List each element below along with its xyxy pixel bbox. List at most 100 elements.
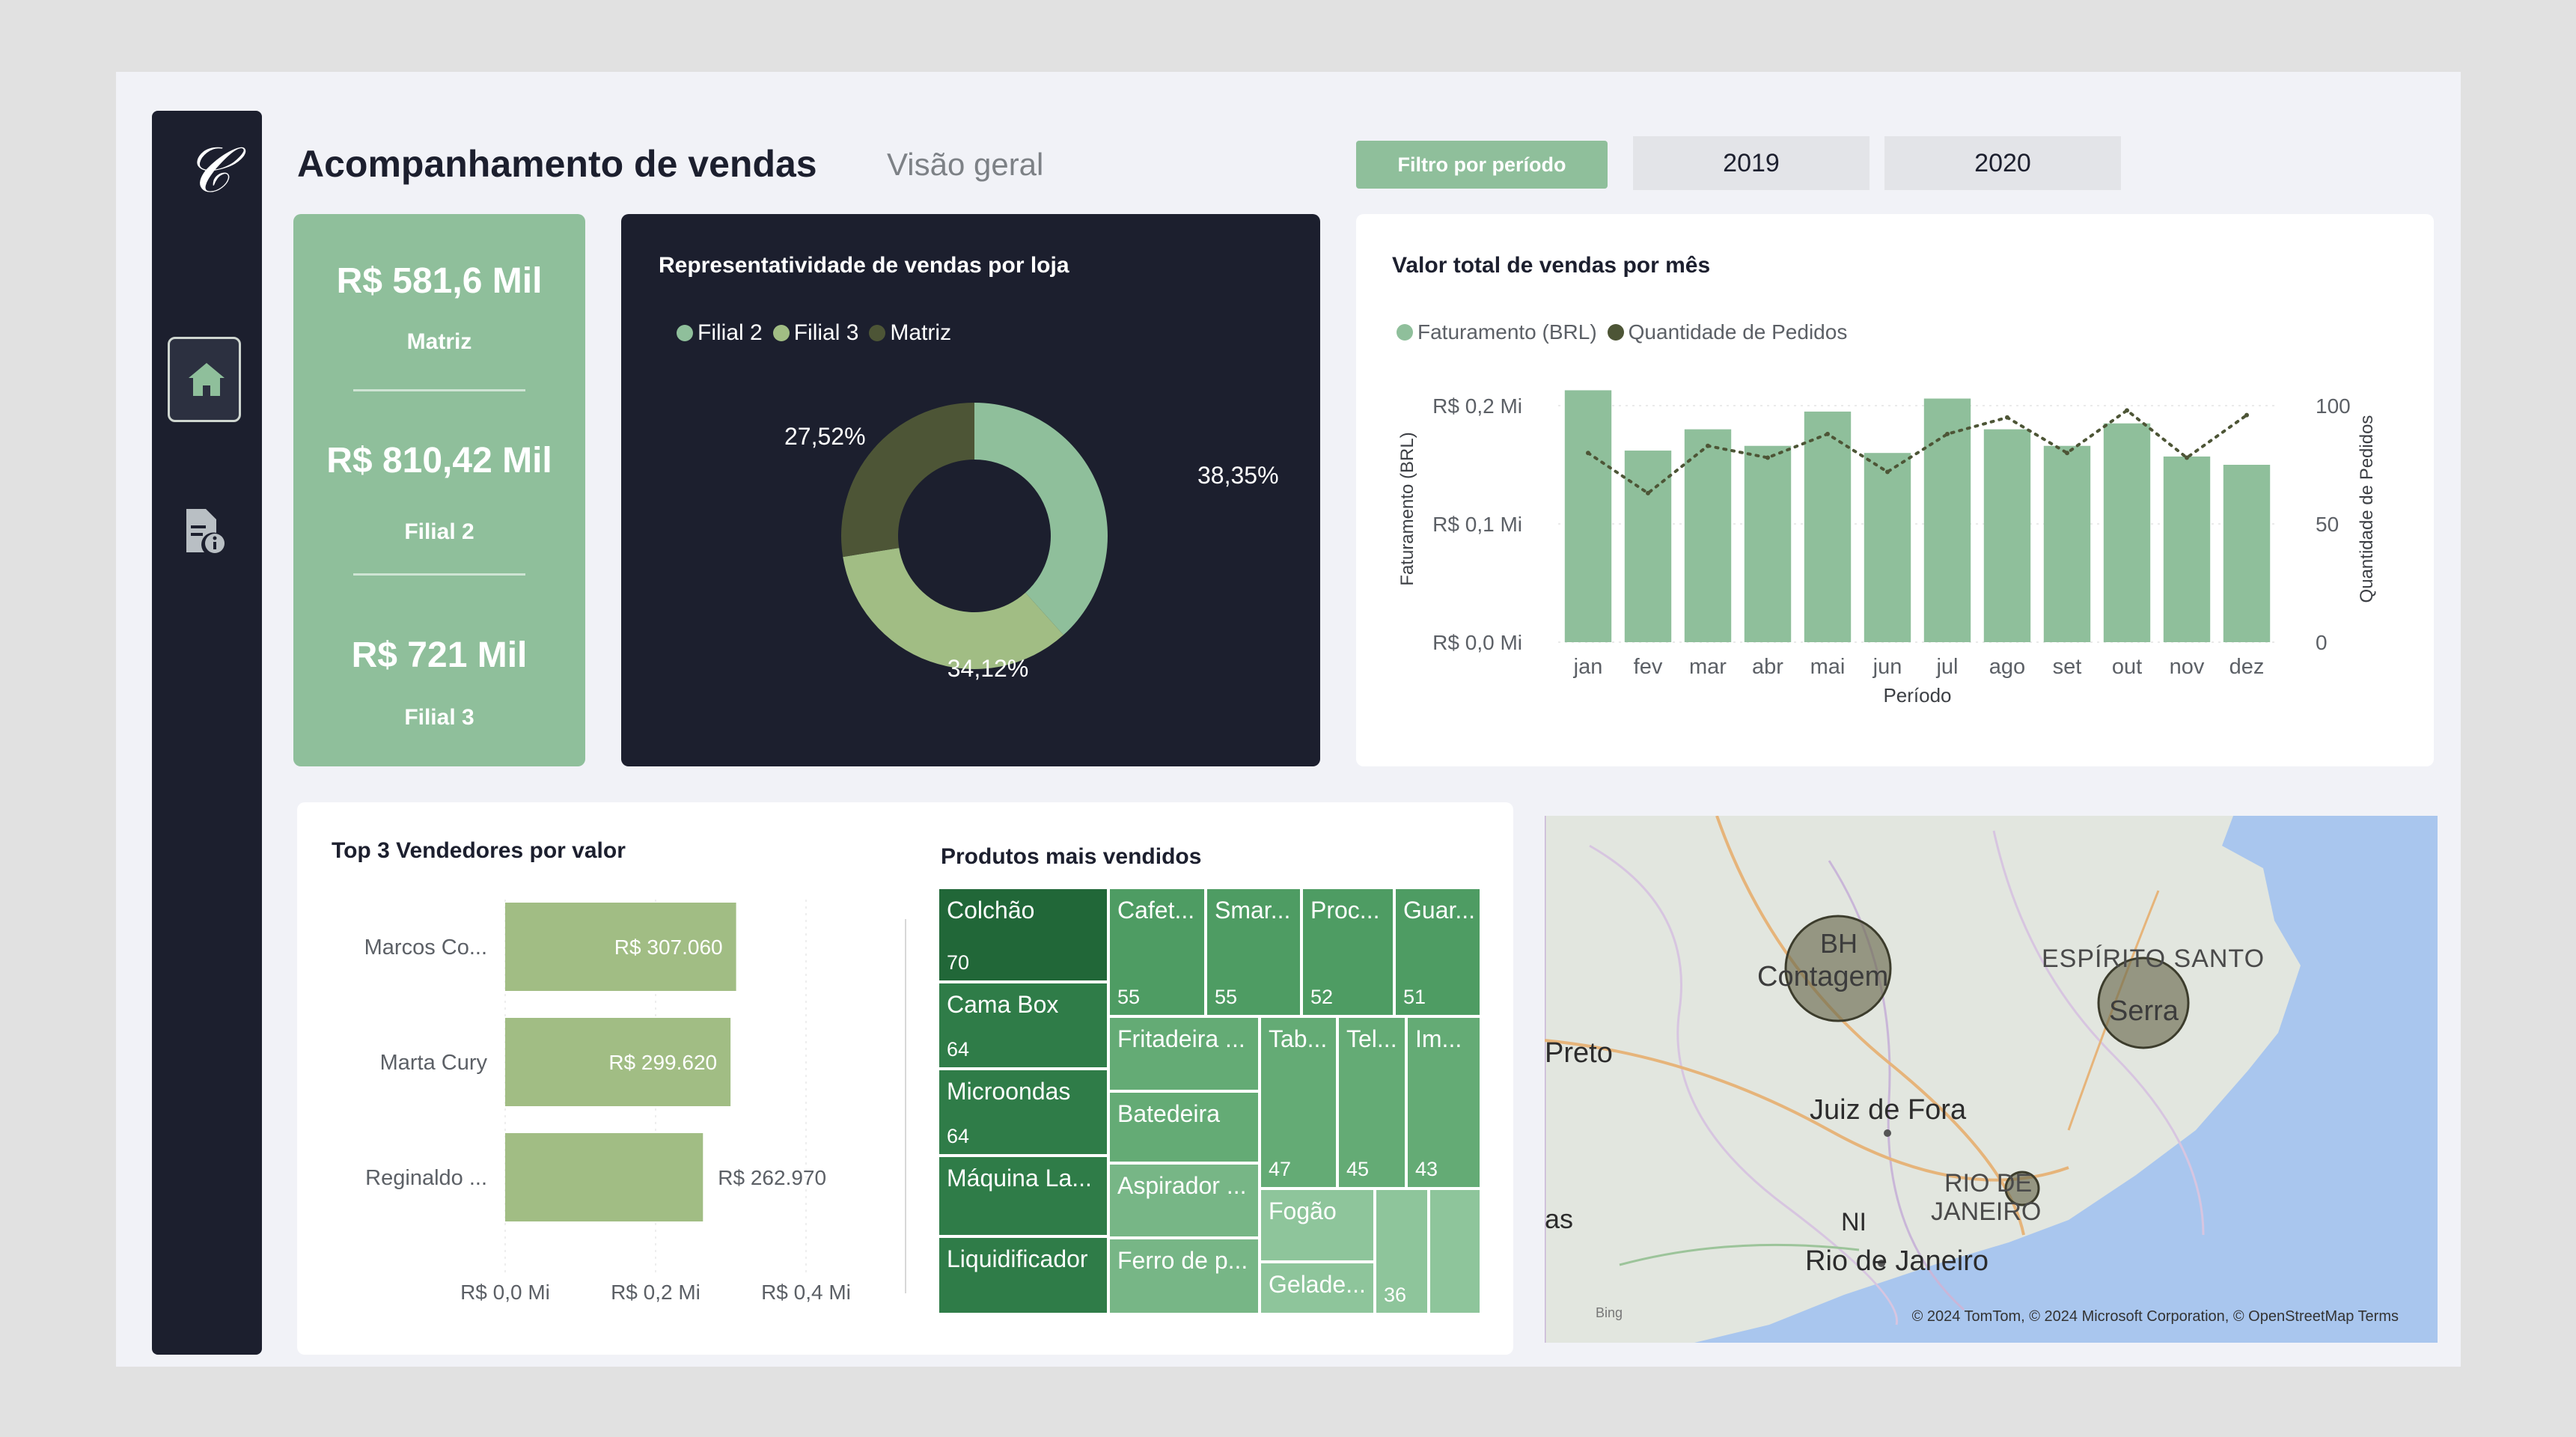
line-point bbox=[2125, 408, 2129, 413]
treemap-cell[interactable]: Batedeira bbox=[1108, 1091, 1260, 1163]
treemap-cell-value: 64 bbox=[947, 1038, 970, 1061]
map-label-juiz-de-fora: Juiz de Fora bbox=[1810, 1094, 1967, 1126]
map-label-rio-de: RIO DE bbox=[1944, 1169, 2033, 1198]
treemap-cell-value: 51 bbox=[1403, 986, 1426, 1008]
line-point bbox=[2065, 451, 2069, 456]
treemap-cell[interactable]: Cama Box 64 bbox=[938, 982, 1108, 1069]
map-label-contagem: Contagem bbox=[1757, 961, 1889, 992]
nav-home-button[interactable] bbox=[168, 337, 241, 422]
kpi-divider bbox=[353, 573, 525, 576]
vendor-name: Marta Cury bbox=[380, 1051, 488, 1075]
line-point bbox=[1885, 469, 1890, 475]
x-tick-label: jan bbox=[1573, 655, 1603, 679]
donut-chart: 38,35% 34,12% 27,52% bbox=[784, 403, 1279, 682]
treemap-cell-value: 55 bbox=[1117, 986, 1141, 1008]
treemap-cell-name: Batedeira bbox=[1117, 1100, 1220, 1127]
bar-mar bbox=[1684, 429, 1732, 642]
treemap-cell-name: Máquina La... bbox=[947, 1165, 1092, 1192]
map-label-rio-de-janeiro: Rio de Janeiro bbox=[1805, 1245, 1989, 1277]
y2-axis-title: Quantidade de Pedidos bbox=[2357, 415, 2377, 603]
y-axis-title: Faturamento (BRL) bbox=[1397, 432, 1417, 585]
vendor-value-label: R$ 307.060 bbox=[614, 936, 723, 959]
sales-map[interactable]: BH Contagem ESPÍRITO SANTO Serra Preto J… bbox=[1545, 816, 2438, 1343]
treemap-cell-name: Liquidificador bbox=[947, 1245, 1088, 1272]
treemap-cell[interactable]: Proc... 52 bbox=[1301, 888, 1394, 1016]
treemap-cell-name: Colchão bbox=[947, 897, 1035, 924]
treemap-title: Produtos mais vendidos bbox=[941, 844, 1202, 869]
map-attribution[interactable]: © 2024 TomTom, © 2024 Microsoft Corporat… bbox=[1912, 1308, 2399, 1325]
treemap-cell[interactable]: Ferro de p... bbox=[1108, 1238, 1260, 1314]
treemap-cell[interactable]: Fritadeira ... bbox=[1108, 1016, 1260, 1091]
treemap-cell[interactable]: Aspirador ... bbox=[1108, 1163, 1260, 1238]
x-tick-label: set bbox=[2053, 655, 2082, 679]
treemap-cell[interactable]: Liquidificador bbox=[938, 1236, 1108, 1314]
y2-tick-label: 0 bbox=[2316, 631, 2328, 654]
bar-nov bbox=[2163, 456, 2211, 642]
bar-dez bbox=[2223, 465, 2271, 642]
x-tick-label: nov bbox=[2170, 655, 2205, 679]
treemap-cell-value: 55 bbox=[1215, 986, 1238, 1008]
treemap-cell[interactable] bbox=[1429, 1189, 1481, 1314]
x-tick-label: jun bbox=[1873, 655, 1902, 679]
line-point bbox=[1825, 431, 1830, 436]
line-point bbox=[2005, 415, 2009, 420]
y-tick-label: R$ 0,1 Mi bbox=[1432, 513, 1522, 536]
map-canvas bbox=[1545, 816, 2438, 1343]
treemap-cell[interactable]: Máquina La... bbox=[938, 1156, 1108, 1236]
kpi-value-matriz: R$ 581,6 Mil bbox=[336, 261, 543, 301]
treemap-cell-name: Proc... bbox=[1310, 897, 1380, 924]
kpi-card: R$ 581,6 Mil Matriz R$ 810,42 Mil Filial… bbox=[293, 214, 585, 766]
treemap-cell-value: 52 bbox=[1310, 986, 1334, 1008]
x-tick-label: out bbox=[2112, 655, 2142, 679]
treemap-cell[interactable]: Tab... 47 bbox=[1260, 1016, 1337, 1189]
treemap-cell[interactable]: Cafet... 55 bbox=[1108, 888, 1206, 1016]
x-tick-label: R$ 0,2 Mi bbox=[611, 1281, 701, 1304]
bar-ago bbox=[1983, 429, 2031, 642]
treemap-cell[interactable]: Im... 43 bbox=[1406, 1016, 1481, 1189]
y2-tick-label: 50 bbox=[2316, 513, 2339, 536]
x-axis-title: Período bbox=[1883, 684, 1951, 707]
treemap-cell-value: 47 bbox=[1269, 1158, 1292, 1180]
treemap-cell-name: Smar... bbox=[1215, 897, 1291, 924]
treemap-cell-value: 45 bbox=[1346, 1158, 1370, 1180]
vendor-value-label: R$ 299.620 bbox=[608, 1051, 717, 1074]
kpi-value-filial3: R$ 721 Mil bbox=[351, 635, 528, 675]
y-tick-label: R$ 0,0 Mi bbox=[1432, 631, 1522, 654]
treemap-cell[interactable]: Guar... 51 bbox=[1394, 888, 1481, 1016]
year-2020-button[interactable]: 2020 bbox=[1884, 136, 2121, 190]
donut-data-label: 34,12% bbox=[947, 655, 1029, 682]
treemap-cell[interactable]: Gelade... bbox=[1260, 1262, 1375, 1314]
x-tick-label: R$ 0,4 Mi bbox=[761, 1281, 851, 1304]
kpi-value-filial2: R$ 810,42 Mil bbox=[326, 441, 552, 480]
map-label-bh: BH bbox=[1820, 928, 1858, 959]
map-label-espirito-santo: ESPÍRITO SANTO bbox=[2042, 945, 2265, 973]
treemap-cell-value: 36 bbox=[1384, 1284, 1407, 1306]
x-tick-label: mar bbox=[1689, 655, 1727, 679]
x-tick-label: mai bbox=[1810, 655, 1846, 679]
treemap-cell-name: Cama Box bbox=[947, 991, 1059, 1018]
x-tick-label: ago bbox=[1989, 655, 2025, 679]
line-point bbox=[1706, 443, 1710, 448]
treemap-cell-name: Cafet... bbox=[1117, 897, 1195, 924]
donut-data-label: 27,52% bbox=[784, 423, 866, 450]
donut-slice-filial3 bbox=[843, 548, 1063, 669]
treemap-cell[interactable]: Fogão bbox=[1260, 1189, 1375, 1262]
donut-slice-filial2 bbox=[974, 403, 1108, 635]
bar-jan bbox=[1564, 390, 1612, 642]
line-point bbox=[1765, 455, 1770, 460]
treemap-cell[interactable]: Tel... 45 bbox=[1337, 1016, 1406, 1189]
nav-report-button[interactable] bbox=[183, 507, 228, 559]
bar-abr bbox=[1744, 445, 1792, 642]
treemap-cell[interactable]: Microondas 64 bbox=[938, 1069, 1108, 1156]
home-icon bbox=[189, 363, 225, 396]
divider bbox=[905, 919, 906, 1293]
kpi-label-filial2: Filial 2 bbox=[404, 519, 474, 544]
treemap-cell[interactable]: Colchão 70 bbox=[938, 888, 1108, 982]
page-title: Acompanhamento de vendas bbox=[297, 143, 817, 185]
treemap-cell-value: 64 bbox=[947, 1125, 970, 1147]
treemap-cell[interactable]: Smar... 55 bbox=[1206, 888, 1301, 1016]
treemap-cell[interactable]: 36 bbox=[1375, 1189, 1429, 1314]
year-2019-button[interactable]: 2019 bbox=[1633, 136, 1870, 190]
treemap-cell-name: Guar... bbox=[1403, 897, 1476, 924]
treemap-cell-name: Microondas bbox=[947, 1078, 1071, 1105]
